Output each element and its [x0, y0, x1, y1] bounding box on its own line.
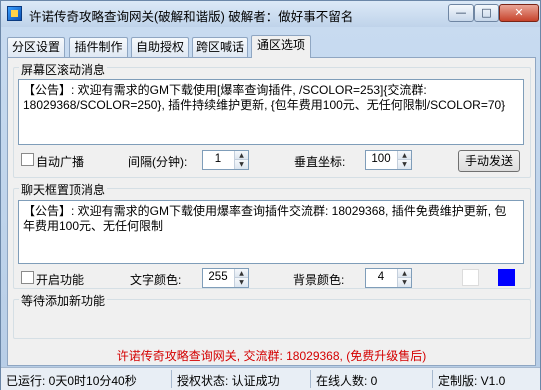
app-icon [7, 6, 22, 21]
scroll-message-textarea[interactable]: 【公告】: 欢迎有需求的GM下载使用[爆率查询插件, /SCOLOR=253]{… [18, 79, 524, 145]
stepper-down-icon[interactable]: ▼ [398, 160, 411, 169]
stepper-up-icon[interactable]: ▲ [235, 151, 248, 160]
interval-label: 间隔(分钟): [128, 155, 188, 169]
bg-color-swatch[interactable] [498, 269, 515, 286]
status-edition: 定制版: V1.0 [438, 374, 506, 388]
scroll-group-title: 屏幕区滚动消息 [19, 61, 108, 78]
pending-group-title: 等待添加新功能 [19, 292, 108, 309]
status-auth: 授权状态: 认证成功 [177, 374, 280, 388]
interval-stepper[interactable]: 1 ▲ ▼ [202, 150, 249, 170]
enable-feature-checkbox[interactable] [21, 271, 34, 284]
tab-zone-options[interactable]: 通区选项 [251, 35, 311, 58]
tab-panel: 屏幕区滚动消息 【公告】: 欢迎有需求的GM下载使用[爆率查询插件, /SCOL… [7, 57, 536, 366]
enable-feature-label: 开启功能 [36, 273, 85, 287]
status-divider [171, 370, 172, 388]
maximize-button[interactable]: □ [474, 4, 499, 22]
tab-self-auth[interactable]: 自助授权 [131, 37, 189, 57]
vertical-coord-label: 垂直坐标: [294, 155, 346, 169]
status-divider [310, 370, 311, 388]
status-bar: 已运行: 0天0时10分40秒 授权状态: 认证成功 在线人数: 0 定制版: … [1, 367, 540, 390]
bg-color-stepper[interactable]: 4 ▲ ▼ [365, 268, 412, 288]
chat-message-line1: 【公告】: 欢迎有需求的GM下载使用爆率查询插件交流群: 18029368, 插… [23, 204, 507, 218]
bg-color-label: 背景颜色: [293, 273, 345, 287]
chat-group-title: 聊天框置顶消息 [19, 181, 108, 198]
text-color-swatch[interactable] [462, 269, 479, 286]
vertical-coord-stepper[interactable]: 100 ▲ ▼ [365, 150, 412, 170]
tab-cross-shout[interactable]: 跨区喊话 [192, 37, 248, 57]
manual-send-button[interactable]: 手动发送 [458, 150, 520, 172]
scroll-message-line1: 【公告】: 欢迎有需求的GM下载使用[爆率查询插件, /SCOLOR=253]{… [23, 83, 427, 97]
tab-zone-settings[interactable]: 分区设置 [7, 37, 65, 57]
close-button[interactable]: ✕ [499, 4, 539, 22]
status-uptime: 已运行: 0天0时10分40秒 [6, 374, 137, 388]
stepper-down-icon[interactable]: ▼ [398, 278, 411, 287]
text-color-label: 文字颜色: [130, 273, 182, 287]
vertical-coord-value: 100 [371, 153, 391, 165]
interval-value: 1 [214, 153, 222, 165]
chat-message-textarea[interactable]: 【公告】: 欢迎有需求的GM下载使用爆率查询插件交流群: 18029368, 插… [18, 200, 524, 264]
stepper-down-icon[interactable]: ▼ [235, 160, 248, 169]
footer-notice: 许诺传奇攻略查询网关, 交流群: 18029368, (免费升级售后) [116, 349, 427, 363]
text-color-value: 255 [208, 271, 228, 283]
window-title: 许诺传奇攻略查询网关(破解和谐版) 破解者：做好事不留名 [29, 10, 354, 24]
tab-plugin-make[interactable]: 插件制作 [69, 37, 128, 57]
auto-broadcast-label: 自动广播 [36, 155, 85, 169]
auto-broadcast-checkbox[interactable] [21, 153, 34, 166]
status-divider [432, 370, 433, 388]
text-color-stepper[interactable]: 255 ▲ ▼ [202, 268, 249, 288]
title-bar[interactable]: 许诺传奇攻略查询网关(破解和谐版) 破解者：做好事不留名 — □ ✕ [1, 1, 540, 27]
minimize-button[interactable]: — [448, 4, 474, 22]
scroll-message-line2: 18029368/SCOLOR=250}, 插件持续维护更新, {包年费用100… [23, 98, 506, 112]
bg-color-value: 4 [377, 271, 385, 283]
stepper-up-icon[interactable]: ▲ [235, 269, 248, 278]
stepper-down-icon[interactable]: ▼ [235, 278, 248, 287]
status-online: 在线人数: 0 [316, 374, 378, 388]
stepper-up-icon[interactable]: ▲ [398, 269, 411, 278]
stepper-up-icon[interactable]: ▲ [398, 151, 411, 160]
app-window: 许诺传奇攻略查询网关(破解和谐版) 破解者：做好事不留名 — □ ✕ 分区设置 … [0, 0, 541, 390]
chat-message-line2: 年费用100元、无任何限制 [23, 219, 164, 233]
